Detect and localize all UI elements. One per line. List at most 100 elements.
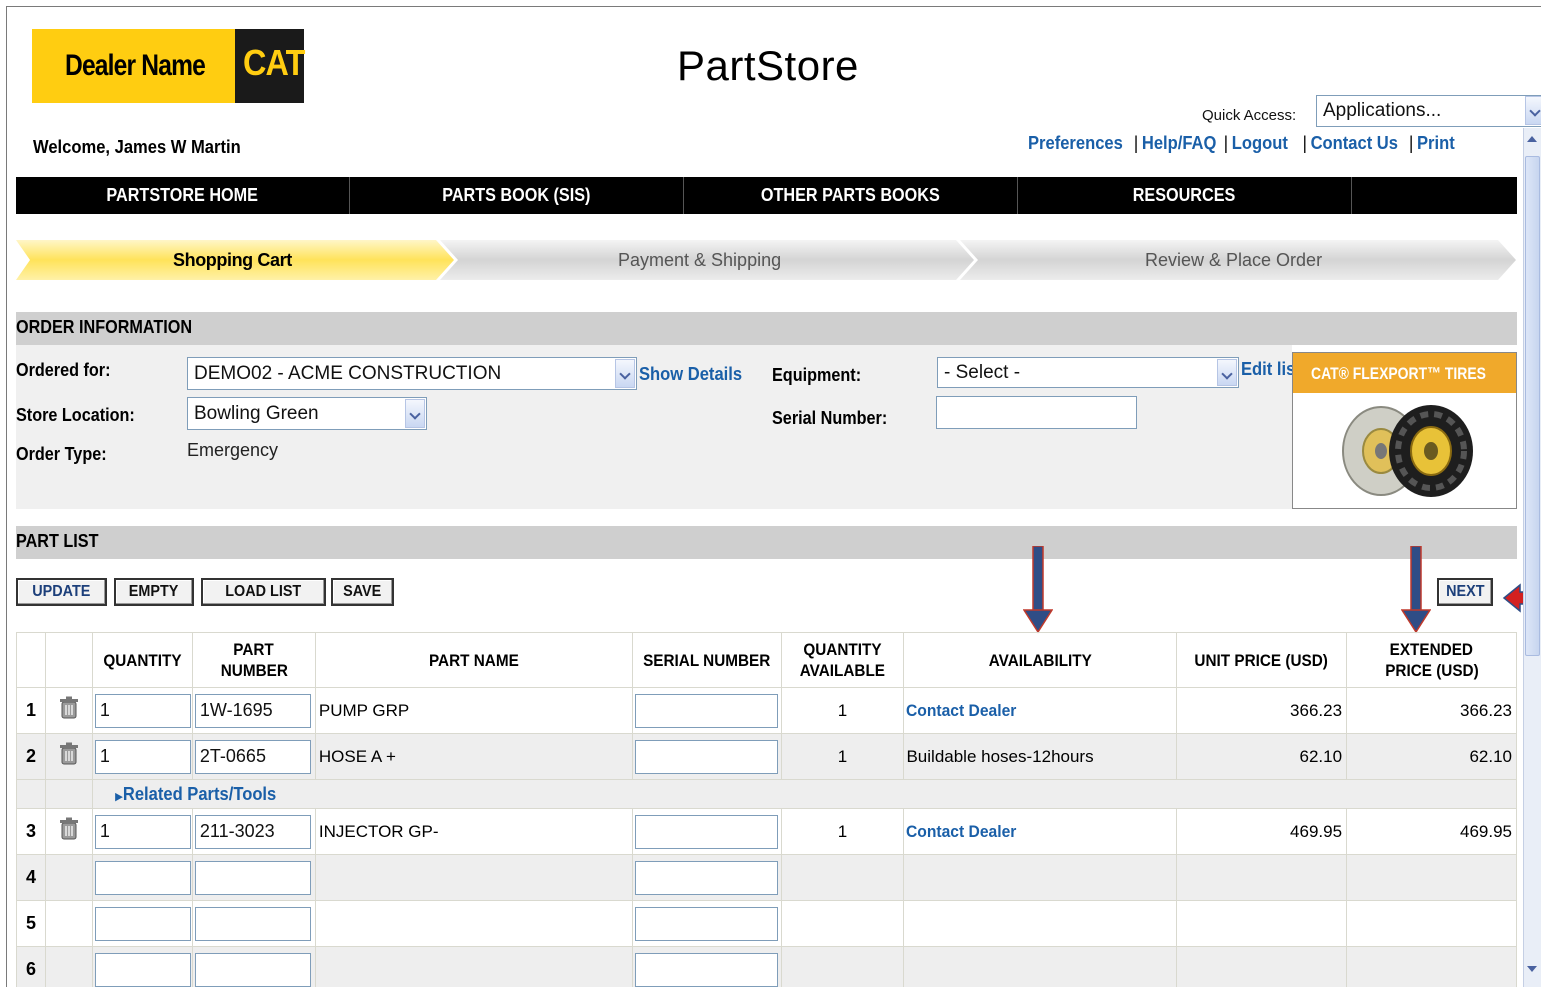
table-row: 4: [16, 854, 1517, 901]
col-quantity-available: QUANTITY AVAILABLE: [780, 632, 905, 688]
serial-number-input[interactable]: [634, 860, 778, 895]
quantity-input[interactable]: [94, 860, 191, 895]
show-details-link[interactable]: Show Details: [639, 364, 742, 385]
row-number: 1: [16, 687, 46, 734]
row-number: 6: [16, 946, 46, 987]
related-parts-row: ▶Related Parts/Tools: [16, 779, 1518, 809]
part-number-input[interactable]: 211-3023: [194, 814, 311, 849]
serial-number-input[interactable]: [936, 396, 1137, 429]
preferences-link[interactable]: Preferences: [1028, 133, 1123, 153]
flexport-tires-ad[interactable]: CAT® FLEXPORT™ TIRES: [1292, 352, 1517, 509]
scroll-up-icon[interactable]: [1527, 136, 1537, 142]
main-nav: PARTSTORE HOME PARTS BOOK (SIS) OTHER PA…: [16, 177, 1517, 214]
serial-number-input[interactable]: [634, 814, 778, 849]
serial-number-label: Serial Number:: [772, 408, 888, 428]
contact-us-link[interactable]: Contact Us: [1311, 133, 1398, 153]
unit-price: 62.10: [1176, 733, 1348, 780]
top-links: Preferences | Help/FAQ | Logout | Contact Us | P…: [1028, 133, 1455, 153]
unit-price: 469.95: [1176, 808, 1348, 855]
help-faq-link[interactable]: Help/FAQ: [1142, 133, 1217, 153]
store-location-value: Bowling Green: [194, 403, 319, 424]
chevron-down-icon[interactable]: [405, 399, 425, 428]
quantity-input[interactable]: 1: [94, 693, 191, 728]
row-number: 2: [16, 733, 46, 780]
chevron-down-icon[interactable]: [1525, 96, 1541, 125]
contact-dealer-link[interactable]: Contact Dealer: [906, 822, 1016, 842]
extended-price: 62.10: [1346, 733, 1517, 780]
store-location-label: Store Location:: [16, 405, 135, 425]
serial-number-input[interactable]: [634, 739, 778, 774]
quantity-input[interactable]: [94, 952, 191, 987]
related-parts-link[interactable]: ▶Related Parts/Tools: [93, 784, 276, 805]
serial-number-input[interactable]: [634, 693, 778, 728]
row-number: 3: [16, 808, 46, 855]
quantity-input[interactable]: [94, 906, 191, 941]
cat-logo-text: CAT: [243, 42, 305, 83]
vertical-scrollbar[interactable]: [1523, 128, 1541, 987]
step-payment-shipping: Payment & Shipping: [618, 250, 782, 270]
col-part-number: PART NUMBER: [191, 632, 316, 688]
col-unit-price: UNIT PRICE (USD): [1176, 632, 1348, 688]
equipment-select[interactable]: - Select -: [937, 357, 1239, 388]
part-number-input[interactable]: [194, 952, 311, 987]
quick-access-select[interactable]: Applications...: [1316, 95, 1541, 127]
part-list-table: QUANTITY PART NUMBER PART NAME SERIAL NUM…: [16, 632, 1518, 987]
part-number-input[interactable]: [194, 860, 311, 895]
availability-text: Buildable hoses-12hours: [903, 733, 1178, 780]
col-quantity: QUANTITY: [91, 632, 193, 688]
part-number-input[interactable]: 2T-0665: [194, 739, 311, 774]
equipment-value: - Select -: [944, 362, 1021, 383]
scroll-thumb[interactable]: [1525, 156, 1540, 656]
step-review-place-order: Review & Place Order: [1145, 250, 1323, 270]
checkout-steps: Shopping Cart Payment & Shipping Review …: [16, 240, 1517, 280]
part-name: INJECTOR GP-: [314, 808, 633, 855]
contact-dealer-link[interactable]: Contact Dealer: [906, 701, 1016, 721]
col-availability: AVAILABILITY: [903, 632, 1178, 688]
nav-partstore-home[interactable]: PARTSTORE HOME: [16, 177, 350, 214]
row-number: 4: [16, 854, 46, 901]
quantity-input[interactable]: 1: [94, 739, 191, 774]
save-button[interactable]: SAVE: [331, 578, 394, 606]
empty-button[interactable]: EMPTY: [114, 578, 194, 606]
ordered-for-value: DEMO02 - ACME CONSTRUCTION: [194, 363, 502, 384]
equipment-label: Equipment:: [772, 365, 862, 385]
logout-link[interactable]: Logout: [1232, 133, 1288, 153]
trash-icon[interactable]: [44, 808, 93, 855]
trash-icon[interactable]: [44, 687, 93, 734]
chevron-down-icon[interactable]: [615, 359, 635, 388]
callout-arrow-extended-price: [1401, 546, 1431, 634]
edit-list-link[interactable]: Edit lis: [1241, 359, 1295, 380]
step-shopping-cart: Shopping Cart: [173, 250, 292, 270]
quantity-available: 1: [780, 808, 905, 855]
quantity-input[interactable]: 1: [94, 814, 191, 849]
update-button[interactable]: UPDATE: [16, 578, 107, 606]
store-location-select[interactable]: Bowling Green: [187, 397, 427, 430]
load-list-button[interactable]: LOAD LIST: [201, 578, 326, 606]
cat-logo: CAT: [235, 29, 305, 103]
part-number-input[interactable]: 1W-1695: [194, 693, 311, 728]
table-row: 1 1 1W-1695 PUMP GRP 1 Contact Dealer 36…: [16, 687, 1517, 734]
nav-resources[interactable]: RESOURCES: [1018, 177, 1352, 214]
serial-number-input[interactable]: [634, 906, 778, 941]
next-button[interactable]: NEXT: [1437, 578, 1493, 606]
serial-number-input[interactable]: [634, 952, 778, 987]
chevron-down-icon[interactable]: [1217, 359, 1237, 386]
order-information-header: ORDER INFORMATION: [16, 312, 1517, 345]
callout-arrow-availability: [1023, 546, 1053, 634]
ordered-for-select[interactable]: DEMO02 - ACME CONSTRUCTION: [187, 357, 637, 390]
quick-access-value: Applications...: [1323, 100, 1442, 121]
trash-icon[interactable]: [44, 733, 93, 780]
order-type-value: Emergency: [187, 440, 279, 460]
scroll-down-icon[interactable]: [1527, 966, 1537, 972]
part-number-input[interactable]: [194, 906, 311, 941]
quantity-available: 1: [780, 687, 905, 734]
col-extended-price: EXTENDED PRICE (USD): [1346, 632, 1517, 688]
nav-parts-book[interactable]: PARTS BOOK (SIS): [350, 177, 684, 214]
table-row: 6: [16, 946, 1517, 987]
print-link[interactable]: Print: [1417, 133, 1455, 153]
nav-other-parts-books[interactable]: OTHER PARTS BOOKS: [684, 177, 1018, 214]
quantity-available: 1: [780, 733, 905, 780]
quick-access-label: Quick Access:: [1202, 107, 1297, 124]
ad-text: CAT® FLEXPORT™ TIRES: [1311, 364, 1486, 383]
dealer-logo[interactable]: Dealer Name CAT: [32, 29, 305, 103]
